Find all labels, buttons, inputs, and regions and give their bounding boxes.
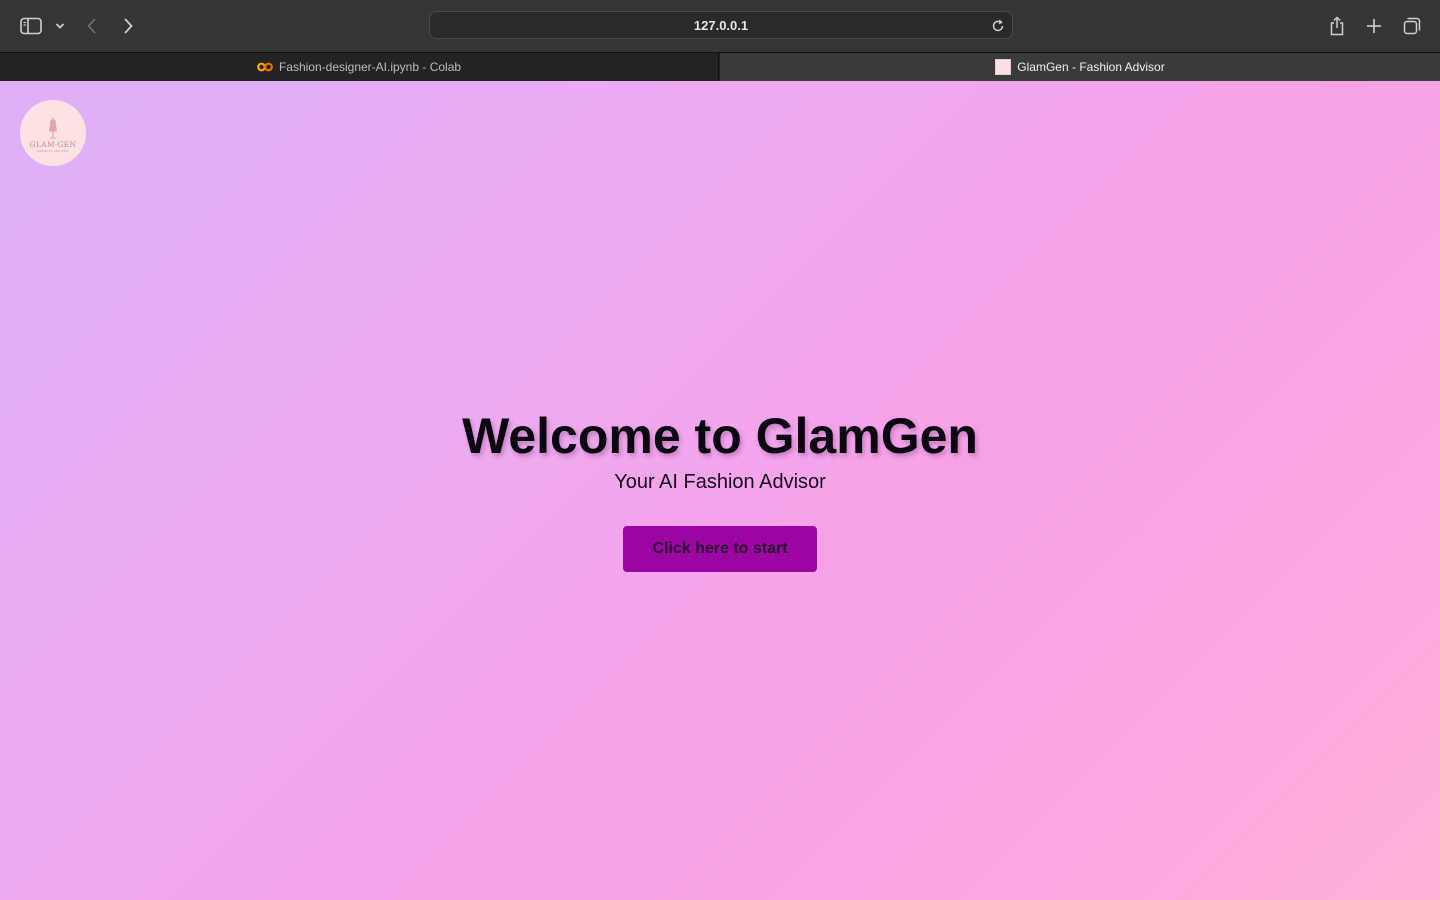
glamgen-logo[interactable]: GLAM·GEN FASHION ADVISOR: [20, 100, 86, 166]
page-title: Welcome to GlamGen: [462, 408, 978, 464]
logo-tagline: FASHION ADVISOR: [37, 150, 69, 153]
page-subtitle: Your AI Fashion Advisor: [614, 471, 826, 493]
tab-glamgen[interactable]: GlamGen - Fashion Advisor: [720, 53, 1440, 81]
chevron-down-icon[interactable]: [52, 16, 68, 36]
tab-colab[interactable]: Fashion-designer-AI.ipynb - Colab: [0, 53, 719, 81]
forward-arrow-icon[interactable]: [116, 14, 140, 38]
tab-title: Fashion-designer-AI.ipynb - Colab: [278, 60, 462, 74]
new-tab-icon[interactable]: [1361, 12, 1387, 40]
colab-icon: [257, 62, 273, 72]
logo-text: GLAM·GEN: [29, 140, 77, 149]
tab-overview-icon[interactable]: [1398, 12, 1426, 40]
tab-title: GlamGen - Fashion Advisor: [1017, 60, 1165, 74]
sidebar-toggle-icon[interactable]: [18, 14, 44, 38]
share-icon[interactable]: [1324, 12, 1350, 40]
dress-form-icon: [49, 117, 57, 139]
glamgen-favicon-icon: [995, 59, 1012, 75]
tab-bar: Fashion-designer-AI.ipynb - Colab GlamGe…: [0, 52, 1440, 81]
start-button[interactable]: Click here to start: [623, 526, 817, 572]
address-text: 127.0.0.1: [693, 18, 749, 33]
page-content: GLAM·GEN FASHION ADVISOR Welcome to Glam…: [0, 81, 1440, 900]
address-bar[interactable]: 127.0.0.1: [429, 11, 1013, 39]
reload-icon[interactable]: [988, 16, 1008, 36]
browser-toolbar: 127.0.0.1: [0, 0, 1440, 52]
back-arrow-icon[interactable]: [80, 14, 104, 38]
